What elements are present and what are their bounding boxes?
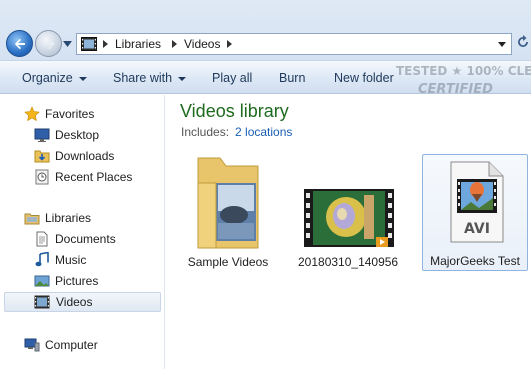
breadcrumb-separator[interactable] [227, 40, 232, 48]
videos-icon [34, 295, 50, 309]
locations-link[interactable]: 2 locations [235, 125, 292, 139]
organize-label: Organize [22, 71, 73, 85]
sidebar-item-label: Recent Places [55, 170, 133, 184]
organize-menu[interactable]: Organize [22, 71, 87, 85]
sidebar-item-computer[interactable]: Computer [4, 335, 161, 355]
back-button[interactable] [6, 30, 33, 57]
forward-arrow-icon [44, 38, 55, 50]
new-folder-button[interactable]: New folder [334, 71, 394, 85]
address-history-dropdown[interactable] [498, 42, 506, 47]
sidebar-item-label: Documents [55, 232, 116, 246]
downloads-icon [34, 150, 50, 163]
breadcrumb-separator[interactable] [172, 40, 177, 48]
sidebar-item-label: Desktop [55, 128, 100, 142]
library-title: Videos library [180, 101, 289, 121]
item-caption: 20180310_140956 [298, 255, 399, 269]
sidebar-item-pictures[interactable]: Pictures [4, 271, 161, 291]
burn-button[interactable]: Burn [279, 71, 305, 85]
sidebar-item-favorites[interactable]: Favorites [4, 104, 161, 124]
video-file-item[interactable]: 20180310_140956 [298, 153, 398, 273]
folder-item[interactable]: Sample Videos [178, 153, 278, 273]
recent-places-icon [35, 169, 49, 185]
item-caption: MajorGeeks Test [430, 254, 520, 268]
sidebar-item-label: Music [55, 253, 87, 267]
sidebar-item-label: Downloads [55, 149, 115, 163]
sidebar-item-recent-places[interactable]: Recent Places [4, 167, 161, 187]
videos-library-icon [81, 37, 97, 51]
share-with-label: Share with [113, 71, 173, 85]
sidebar-item-libraries[interactable]: Libraries [4, 208, 161, 228]
sidebar-libraries-label: Libraries [45, 211, 92, 225]
command-toolbar: Organize Share with Play all Burn New fo… [0, 60, 531, 94]
chevron-down-icon [178, 76, 187, 81]
avi-file-label: AVI [464, 221, 490, 237]
includes-label: Includes: [181, 125, 230, 139]
item-caption: Sample Videos [187, 255, 269, 269]
play-all-button[interactable]: Play all [212, 71, 252, 85]
sidebar-item-label: Pictures [55, 274, 99, 288]
recent-pages-dropdown[interactable] [63, 40, 72, 48]
share-with-menu[interactable]: Share with [113, 71, 187, 85]
content-pane: Videos library Includes: 2 locations Samp… [166, 95, 531, 369]
avi-file-item[interactable]: AVI MajorGeeks Test [422, 154, 528, 271]
video-thumbnail-icon [304, 189, 394, 247]
chevron-down-icon [78, 76, 87, 81]
sidebar-item-music[interactable]: Music [4, 250, 161, 270]
breadcrumb-separator[interactable] [103, 40, 108, 48]
address-row: Libraries Videos [0, 0, 531, 60]
address-box[interactable]: Libraries Videos [76, 33, 512, 55]
documents-icon [36, 231, 48, 247]
desktop-icon [34, 128, 50, 142]
libraries-icon [24, 213, 40, 225]
sidebar-item-videos[interactable]: Videos [4, 292, 161, 312]
refresh-icon[interactable] [516, 34, 530, 52]
sidebar-computer-label: Computer [45, 338, 98, 352]
library-includes: Includes: 2 locations [181, 125, 292, 139]
pictures-icon [34, 275, 50, 287]
navigation-pane: Favorites Desktop Downloads Recent Place… [0, 95, 165, 369]
sidebar-item-downloads[interactable]: Downloads [4, 146, 161, 166]
sidebar-item-label: Videos [56, 295, 93, 309]
computer-icon [24, 338, 40, 352]
sidebar-item-desktop[interactable]: Desktop [4, 125, 161, 145]
breadcrumb-videos[interactable]: Videos [184, 37, 220, 51]
folder-icon [197, 157, 259, 249]
back-arrow-icon [14, 38, 25, 50]
sidebar-item-documents[interactable]: Documents [4, 229, 161, 249]
star-icon [24, 106, 40, 122]
breadcrumb-libraries[interactable]: Libraries [115, 37, 161, 51]
forward-button[interactable] [35, 30, 62, 57]
sidebar-favorites-label: Favorites [45, 107, 95, 121]
music-icon [35, 252, 49, 267]
